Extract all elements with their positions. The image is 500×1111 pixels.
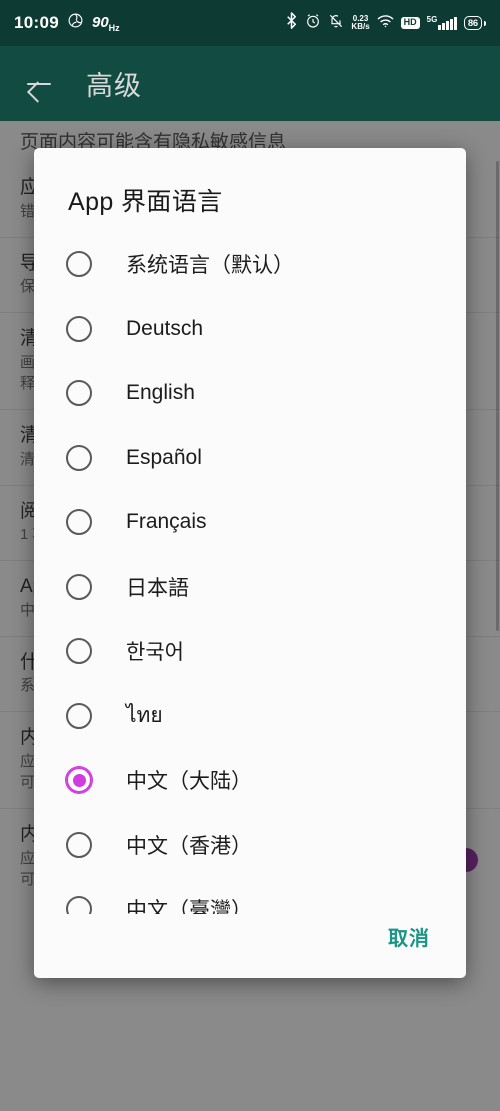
radio-icon[interactable]: [66, 315, 92, 342]
language-dialog: App 界面语言 系统语言（默认） Deutsch English Españo…: [34, 148, 466, 978]
back-arrow-icon[interactable]: [22, 67, 56, 101]
language-option-label: 한국어: [126, 641, 184, 665]
language-option-label: 中文（香港）: [126, 834, 252, 858]
language-option-deutsch[interactable]: Deutsch: [34, 297, 466, 362]
language-option-label: 日本語: [126, 576, 189, 600]
language-option-korean[interactable]: 한국어: [34, 619, 466, 684]
language-option-chinese-taiwan[interactable]: 中文（臺灣）: [34, 877, 466, 914]
radio-icon[interactable]: [66, 702, 92, 729]
refresh-rate-indicator: 90Hz: [91, 13, 120, 33]
mute-bell-icon: [328, 13, 344, 34]
battery-icon: 86: [463, 16, 486, 30]
language-option-label: 中文（大陆）: [126, 770, 252, 794]
wifi-icon: [377, 14, 394, 33]
radio-icon[interactable]: [66, 509, 92, 536]
language-option-chinese-mainland[interactable]: 中文（大陆）: [34, 748, 466, 813]
language-option-espanol[interactable]: Español: [34, 426, 466, 491]
language-option-label: 系统语言（默认）: [126, 254, 294, 278]
signal-bars: [438, 17, 457, 30]
language-option-label: Español: [126, 445, 202, 469]
alarm-icon: [305, 13, 321, 34]
battery-level: 86: [467, 17, 478, 29]
app-bar: 高级: [0, 46, 500, 121]
language-option-label: 中文（臺灣）: [126, 899, 252, 914]
network-speed-indicator: 0.23 KB/s: [351, 14, 370, 31]
radio-icon[interactable]: [66, 638, 92, 665]
phone-screen: 10:09 90Hz 0.23 KB/s HD 5G 86 高级 App 界面语…: [0, 0, 500, 1111]
radio-icon-selected[interactable]: [66, 767, 92, 794]
language-option-chinese-hongkong[interactable]: 中文（香港）: [34, 813, 466, 878]
status-clock: 10:09: [14, 13, 59, 32]
dialog-title: App 界面语言: [68, 188, 223, 216]
status-bar-right: 0.23 KB/s HD 5G 86: [285, 12, 486, 34]
hd-icon: HD: [400, 17, 420, 29]
language-option-thai[interactable]: ไทย: [34, 684, 466, 749]
language-option-english[interactable]: English: [34, 361, 466, 426]
network-type-label: 5G: [426, 15, 438, 24]
language-option-japanese[interactable]: 日本語: [34, 555, 466, 620]
language-option-francais[interactable]: Français: [34, 490, 466, 555]
language-option-label: Deutsch: [126, 316, 204, 340]
radio-icon[interactable]: [66, 380, 92, 407]
status-bar: 10:09 90Hz 0.23 KB/s HD 5G 86: [0, 0, 500, 46]
language-option-label: Français: [126, 510, 207, 534]
status-bar-left: 10:09 90Hz: [14, 12, 120, 34]
page-title: 高级: [86, 71, 142, 101]
language-option-label: English: [126, 381, 195, 405]
radio-icon[interactable]: [66, 831, 92, 858]
language-option-system[interactable]: 系统语言（默认）: [34, 232, 466, 297]
signal-icon: 5G: [427, 16, 457, 30]
radio-icon[interactable]: [66, 251, 92, 278]
radio-icon[interactable]: [66, 444, 92, 471]
bluetooth-icon: [285, 12, 298, 34]
radio-icon[interactable]: [66, 573, 92, 600]
language-option-list: 系统语言（默认） Deutsch English Español Françai…: [34, 226, 466, 914]
cancel-button[interactable]: 取消: [382, 916, 436, 957]
radio-icon[interactable]: [66, 896, 92, 914]
shutter-icon: [67, 12, 84, 34]
dialog-actions: 取消: [34, 914, 466, 978]
language-option-label: ไทย: [126, 704, 163, 728]
